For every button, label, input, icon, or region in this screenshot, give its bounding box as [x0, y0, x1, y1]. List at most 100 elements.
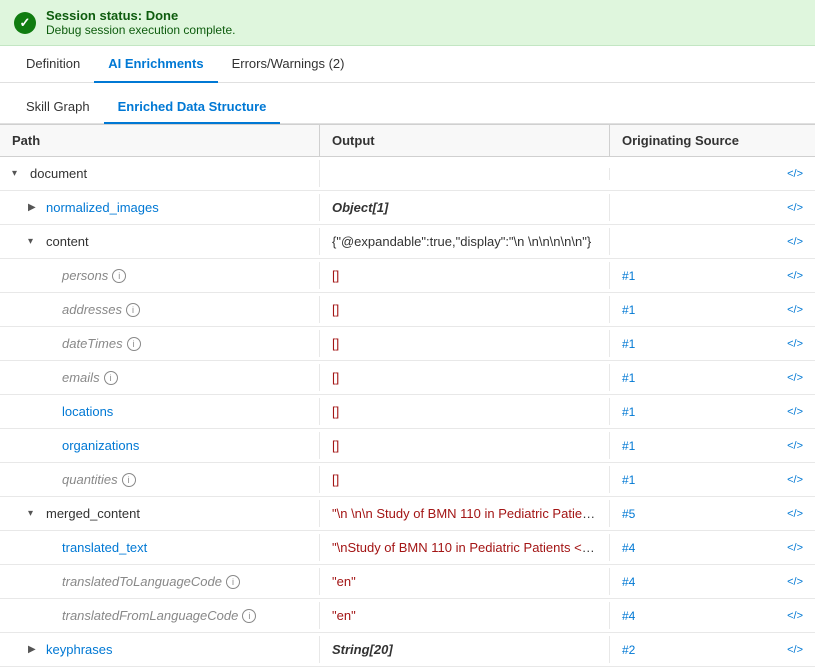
expand-icon[interactable]: ▶	[28, 202, 42, 213]
output-cell: "\nStudy of BMN 110 in Pediatric Patient…	[320, 534, 610, 561]
table-row: quantities i [] #1 </>	[0, 463, 815, 497]
node-label: dateTimes	[62, 336, 123, 351]
tab-ai-enrichments[interactable]: AI Enrichments	[94, 46, 217, 83]
table-row: ▶ normalized_images Object[1] </>	[0, 191, 815, 225]
node-label[interactable]: organizations	[62, 438, 139, 453]
source-badge: #1	[622, 405, 635, 419]
path-cell: translated_text	[0, 534, 320, 561]
info-icon[interactable]: i	[122, 473, 136, 487]
path-cell: translatedFromLanguageCode i	[0, 602, 320, 629]
sub-nav: Skill Graph Enriched Data Structure	[0, 83, 815, 124]
source-cell: #1 </>	[610, 467, 815, 493]
tab-definition[interactable]: Definition	[12, 46, 94, 83]
node-label: translatedToLanguageCode	[62, 574, 222, 589]
source-cell: #2</>	[610, 637, 815, 663]
path-cell: dateTimes i	[0, 330, 320, 357]
path-cell: ▶ keyphrases	[0, 636, 320, 663]
output-cell: Object[1]	[320, 194, 610, 221]
source-cell: #4 </>	[610, 603, 815, 629]
output-cell: []	[320, 432, 610, 459]
table-header: Path Output Originating Source	[0, 124, 815, 157]
code-icon[interactable]: </>	[787, 406, 803, 418]
output-value: []	[332, 336, 339, 351]
node-label[interactable]: locations	[62, 404, 113, 419]
code-icon[interactable]: </>	[787, 508, 803, 520]
tab-enriched-data-structure[interactable]: Enriched Data Structure	[104, 91, 281, 124]
check-icon	[14, 12, 36, 34]
output-value: []	[332, 472, 339, 487]
output-cell: []	[320, 398, 610, 425]
node-label[interactable]: translated_text	[62, 540, 147, 555]
source-badge: #4	[622, 541, 635, 555]
source-cell: #1 </>	[610, 331, 815, 357]
node-label: translatedFromLanguageCode	[62, 608, 238, 623]
collapse-icon[interactable]: ▾	[28, 508, 42, 519]
table-row: ▶ keyphrases String[20] #2</>	[0, 633, 815, 667]
source-badge: #1	[622, 337, 635, 351]
source-cell: #1 </>	[610, 399, 815, 425]
code-icon[interactable]: </>	[787, 202, 803, 214]
source-badge: #1	[622, 473, 635, 487]
path-cell: emailsi	[0, 364, 320, 391]
code-icon[interactable]: </>	[787, 610, 803, 622]
collapse-icon[interactable]: ▾	[28, 236, 42, 247]
source-cell: #1</>	[610, 263, 815, 289]
code-icon[interactable]: </>	[787, 270, 803, 282]
status-bar: Session status: Done Debug session execu…	[0, 0, 815, 46]
output-cell: "\n \n\n Study of BMN 110 in Pediatric P…	[320, 500, 610, 527]
expand-icon[interactable]: ▶	[28, 644, 42, 655]
info-icon[interactable]: i	[104, 371, 118, 385]
output-value: String[20]	[332, 642, 393, 657]
table-row: organizations [] #1</>	[0, 429, 815, 463]
source-cell: </>	[610, 162, 815, 186]
output-value: []	[332, 438, 339, 453]
output-cell: []	[320, 364, 610, 391]
code-icon[interactable]: </>	[787, 168, 803, 180]
output-value: "\n \n\n Study of BMN 110 in Pediatric P…	[332, 506, 610, 521]
info-icon[interactable]: i	[226, 575, 240, 589]
output-value: Object[1]	[332, 200, 388, 215]
output-value: []	[332, 370, 339, 385]
node-label: merged_content	[46, 506, 140, 521]
table-row: persons i [] #1</>	[0, 259, 815, 293]
info-icon[interactable]: i	[127, 337, 141, 351]
node-label: quantities	[62, 472, 118, 487]
code-icon[interactable]: </>	[787, 542, 803, 554]
code-icon[interactable]: </>	[787, 474, 803, 486]
node-label[interactable]: normalized_images	[46, 200, 159, 215]
path-cell: organizations	[0, 432, 320, 459]
node-label[interactable]: keyphrases	[46, 642, 112, 657]
path-cell: locations	[0, 398, 320, 425]
collapse-icon[interactable]: ▾	[12, 168, 26, 179]
output-value: {"@expandable":true,"display":"\n \n\n\n…	[332, 234, 591, 249]
code-icon[interactable]: </>	[787, 372, 803, 384]
output-cell: String[20]	[320, 636, 610, 663]
table-row: translatedToLanguageCodei"en"#4</>	[0, 565, 815, 599]
code-icon[interactable]: </>	[787, 440, 803, 452]
output-value: []	[332, 404, 339, 419]
tab-skill-graph[interactable]: Skill Graph	[12, 91, 104, 124]
source-cell: #1</>	[610, 433, 815, 459]
table-row: translated_text "\nStudy of BMN 110 in Pe…	[0, 531, 815, 565]
info-icon[interactable]: i	[126, 303, 140, 317]
tab-errors-warnings[interactable]: Errors/Warnings (2)	[218, 46, 359, 83]
node-label: persons	[62, 268, 108, 283]
output-cell: "en"	[320, 568, 610, 595]
table-row: ▾content{"@expandable":true,"display":"\…	[0, 225, 815, 259]
code-icon[interactable]: </>	[787, 236, 803, 248]
table-body: ▾document</>▶normalized_imagesObject[1]<…	[0, 157, 815, 667]
code-icon[interactable]: </>	[787, 304, 803, 316]
col-source: Originating Source	[610, 125, 815, 156]
info-icon[interactable]: i	[242, 609, 256, 623]
code-icon[interactable]: </>	[787, 644, 803, 656]
code-icon[interactable]: </>	[787, 576, 803, 588]
output-value: []	[332, 268, 339, 283]
source-badge: #1	[622, 371, 635, 385]
info-icon[interactable]: i	[112, 269, 126, 283]
output-cell: []	[320, 330, 610, 357]
source-badge: #5	[622, 507, 635, 521]
source-cell: </>	[610, 230, 815, 254]
output-cell: []	[320, 262, 610, 289]
code-icon[interactable]: </>	[787, 338, 803, 350]
source-badge: #4	[622, 609, 635, 623]
